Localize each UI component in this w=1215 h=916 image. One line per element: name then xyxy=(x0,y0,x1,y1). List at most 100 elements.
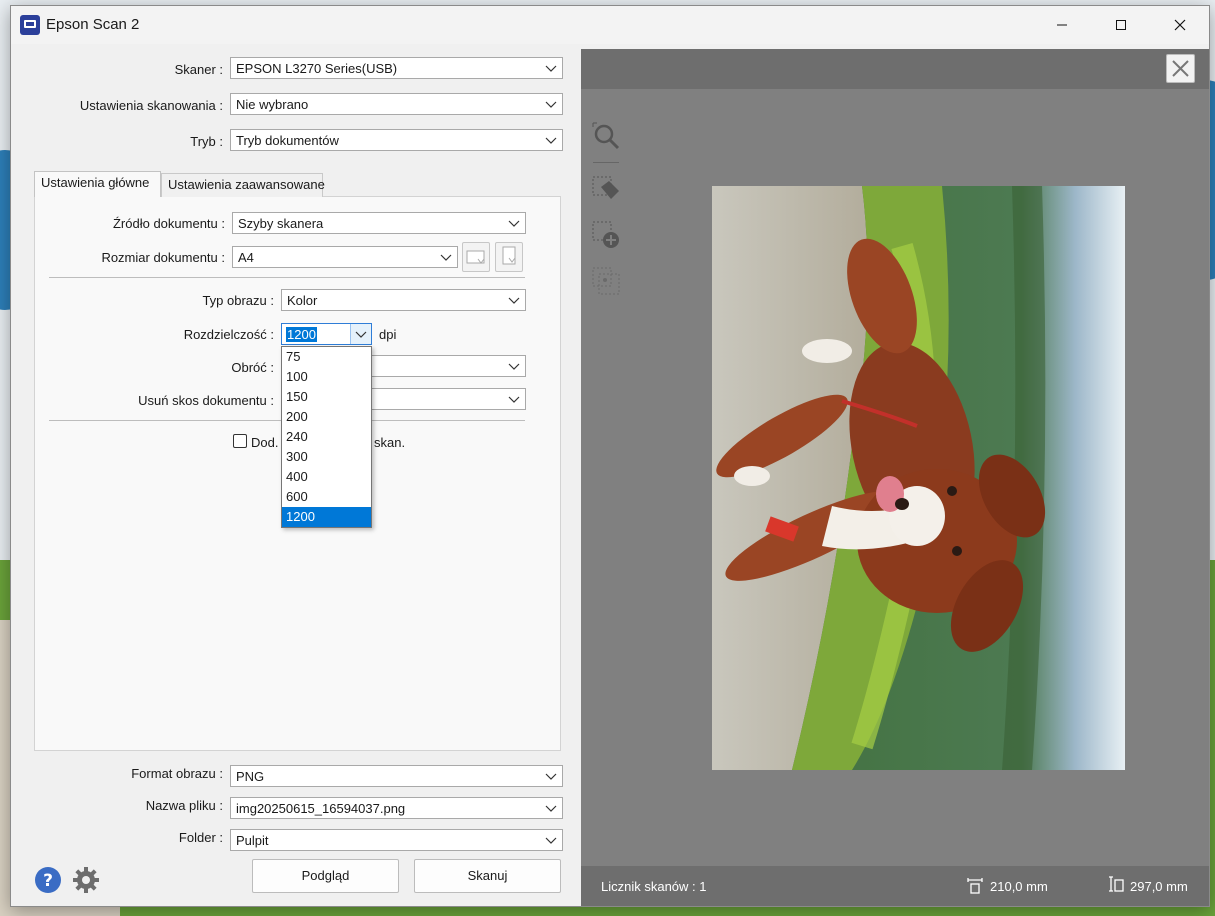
folder-label: Folder : xyxy=(178,830,223,845)
chevron-down-icon xyxy=(508,297,520,304)
chevron-down-icon xyxy=(508,363,520,370)
document-source-select[interactable]: Szyby skanera xyxy=(232,212,526,234)
maximize-icon xyxy=(1116,19,1126,30)
file-name-label: Nazwa pliku : xyxy=(145,798,223,813)
resolution-option[interactable]: 600 xyxy=(282,487,371,507)
chevron-down-icon xyxy=(440,254,452,261)
chevron-down-icon xyxy=(545,773,557,780)
deskew-label: Usuń skos dokumentu : xyxy=(138,393,274,408)
separator xyxy=(49,277,525,278)
close-icon xyxy=(1172,60,1189,77)
resolution-dropdown-toggle[interactable] xyxy=(350,324,371,344)
scan-settings-label: Ustawienia skanowania : xyxy=(79,98,223,113)
resolution-option[interactable]: 240 xyxy=(282,427,371,447)
resolution-option[interactable]: 200 xyxy=(282,407,371,427)
preview-toolbar xyxy=(581,49,1209,89)
scanner-value: EPSON L3270 Series(USB) xyxy=(236,61,398,76)
remove-marquee-tool[interactable] xyxy=(591,263,623,295)
chevron-down-icon xyxy=(508,220,520,227)
close-icon xyxy=(1174,19,1186,31)
settings-button[interactable] xyxy=(71,865,101,895)
resolution-option[interactable]: 400 xyxy=(282,467,371,487)
chevron-down-icon xyxy=(545,137,557,144)
height-icon xyxy=(1109,876,1124,892)
width-value: 210,0 mm xyxy=(990,879,1048,894)
chevron-down-icon xyxy=(545,65,557,72)
chevron-down-icon xyxy=(545,837,557,844)
remove-marquee-icon xyxy=(592,267,620,295)
zoom-icon xyxy=(592,122,620,150)
landscape-orientation-button[interactable] xyxy=(462,242,490,272)
window-title: Epson Scan 2 xyxy=(46,16,140,33)
scan-button[interactable]: Skanuj xyxy=(414,859,561,893)
image-type-select[interactable]: Kolor xyxy=(281,289,526,311)
tab-main-settings[interactable]: Ustawienia główne xyxy=(34,171,161,197)
scan-counter: Licznik skanów : 1 xyxy=(601,879,707,894)
add-marquee-tool[interactable] xyxy=(591,219,623,251)
height-value: 297,0 mm xyxy=(1130,879,1188,894)
preview-button[interactable]: Podgląd xyxy=(252,859,399,893)
add-marquee-icon xyxy=(592,221,619,248)
mode-label: Tryb : xyxy=(190,134,223,149)
add-pages-label-end: skan. xyxy=(374,435,406,450)
folder-value: Pulpit xyxy=(236,833,269,848)
document-size-label: Rozmiar dokumentu : xyxy=(101,250,225,265)
image-type-value: Kolor xyxy=(287,293,318,308)
close-preview-button[interactable] xyxy=(1166,54,1195,83)
minimize-button[interactable] xyxy=(1033,6,1091,44)
document-size-value: A4 xyxy=(238,250,254,265)
file-name-select[interactable]: img20250615_16594037.png xyxy=(230,797,563,819)
auto-crop-tool[interactable] xyxy=(591,173,623,205)
tab-advanced-settings[interactable]: Ustawienia zaawansowane xyxy=(161,173,325,197)
chevron-down-icon xyxy=(545,805,557,812)
scanner-select[interactable]: EPSON L3270 Series(USB) xyxy=(230,57,563,79)
resolution-value: 1200 xyxy=(286,327,317,342)
width-icon xyxy=(967,878,983,894)
image-type-label: Typ obrazu : xyxy=(202,293,274,308)
auto-crop-icon xyxy=(592,176,619,199)
scan-settings-select[interactable]: Nie wybrano xyxy=(230,93,563,115)
folder-select[interactable]: Pulpit xyxy=(230,829,563,851)
resolution-dropdown-list: 75 100 150 200 240 300 400 600 1200 xyxy=(281,346,372,528)
zoom-tool[interactable] xyxy=(591,121,623,153)
mode-value: Tryb dokumentów xyxy=(236,133,339,148)
resolution-option[interactable]: 1200 xyxy=(282,507,371,527)
file-name-value: img20250615_16594037.png xyxy=(236,801,406,816)
mode-select[interactable]: Tryb dokumentów xyxy=(230,129,563,151)
resolution-option[interactable]: 75 xyxy=(282,347,371,367)
gear-icon xyxy=(73,867,99,893)
add-pages-label-start: Dod. xyxy=(251,435,279,450)
chevron-down-icon xyxy=(545,101,557,108)
preview-status-bar: Licznik skanów : 1 210,0 mm 297,0 mm xyxy=(581,866,1209,906)
close-button[interactable] xyxy=(1151,6,1209,44)
scanned-image-preview xyxy=(712,186,1125,770)
resolution-option[interactable]: 100 xyxy=(282,367,371,387)
image-format-value: PNG xyxy=(236,769,265,784)
image-format-select[interactable]: PNG xyxy=(230,765,563,787)
resolution-label: Rozdzielczość : xyxy=(183,327,274,342)
landscape-page-icon xyxy=(466,250,485,264)
portrait-page-icon xyxy=(502,246,516,265)
document-source-label: Źródło dokumentu : xyxy=(112,216,225,231)
add-pages-checkbox[interactable] xyxy=(233,434,247,448)
epson-scan-window: Epson Scan 2 Skaner : EPSON L3270 Series… xyxy=(10,5,1210,907)
help-icon: ? xyxy=(35,867,61,893)
image-format-label: Format obrazu : xyxy=(131,766,223,781)
epson-app-icon xyxy=(20,15,40,35)
tool-separator xyxy=(593,162,619,163)
resolution-combobox[interactable]: 1200 xyxy=(281,323,372,345)
document-size-select[interactable]: A4 xyxy=(232,246,458,268)
chevron-down-icon xyxy=(508,396,520,403)
rotate-label: Obróć : xyxy=(231,360,274,375)
resolution-option[interactable]: 150 xyxy=(282,387,371,407)
scanner-label: Skaner : xyxy=(174,62,223,77)
chevron-down-icon xyxy=(355,331,367,338)
minimize-icon xyxy=(1057,24,1067,26)
resolution-option[interactable]: 300 xyxy=(282,447,371,467)
title-bar: Epson Scan 2 xyxy=(11,6,1209,44)
maximize-button[interactable] xyxy=(1092,6,1150,44)
help-button[interactable]: ? xyxy=(33,865,63,895)
resolution-unit: dpi xyxy=(379,327,397,342)
portrait-orientation-button[interactable] xyxy=(495,242,523,272)
document-source-value: Szyby skanera xyxy=(238,216,324,231)
